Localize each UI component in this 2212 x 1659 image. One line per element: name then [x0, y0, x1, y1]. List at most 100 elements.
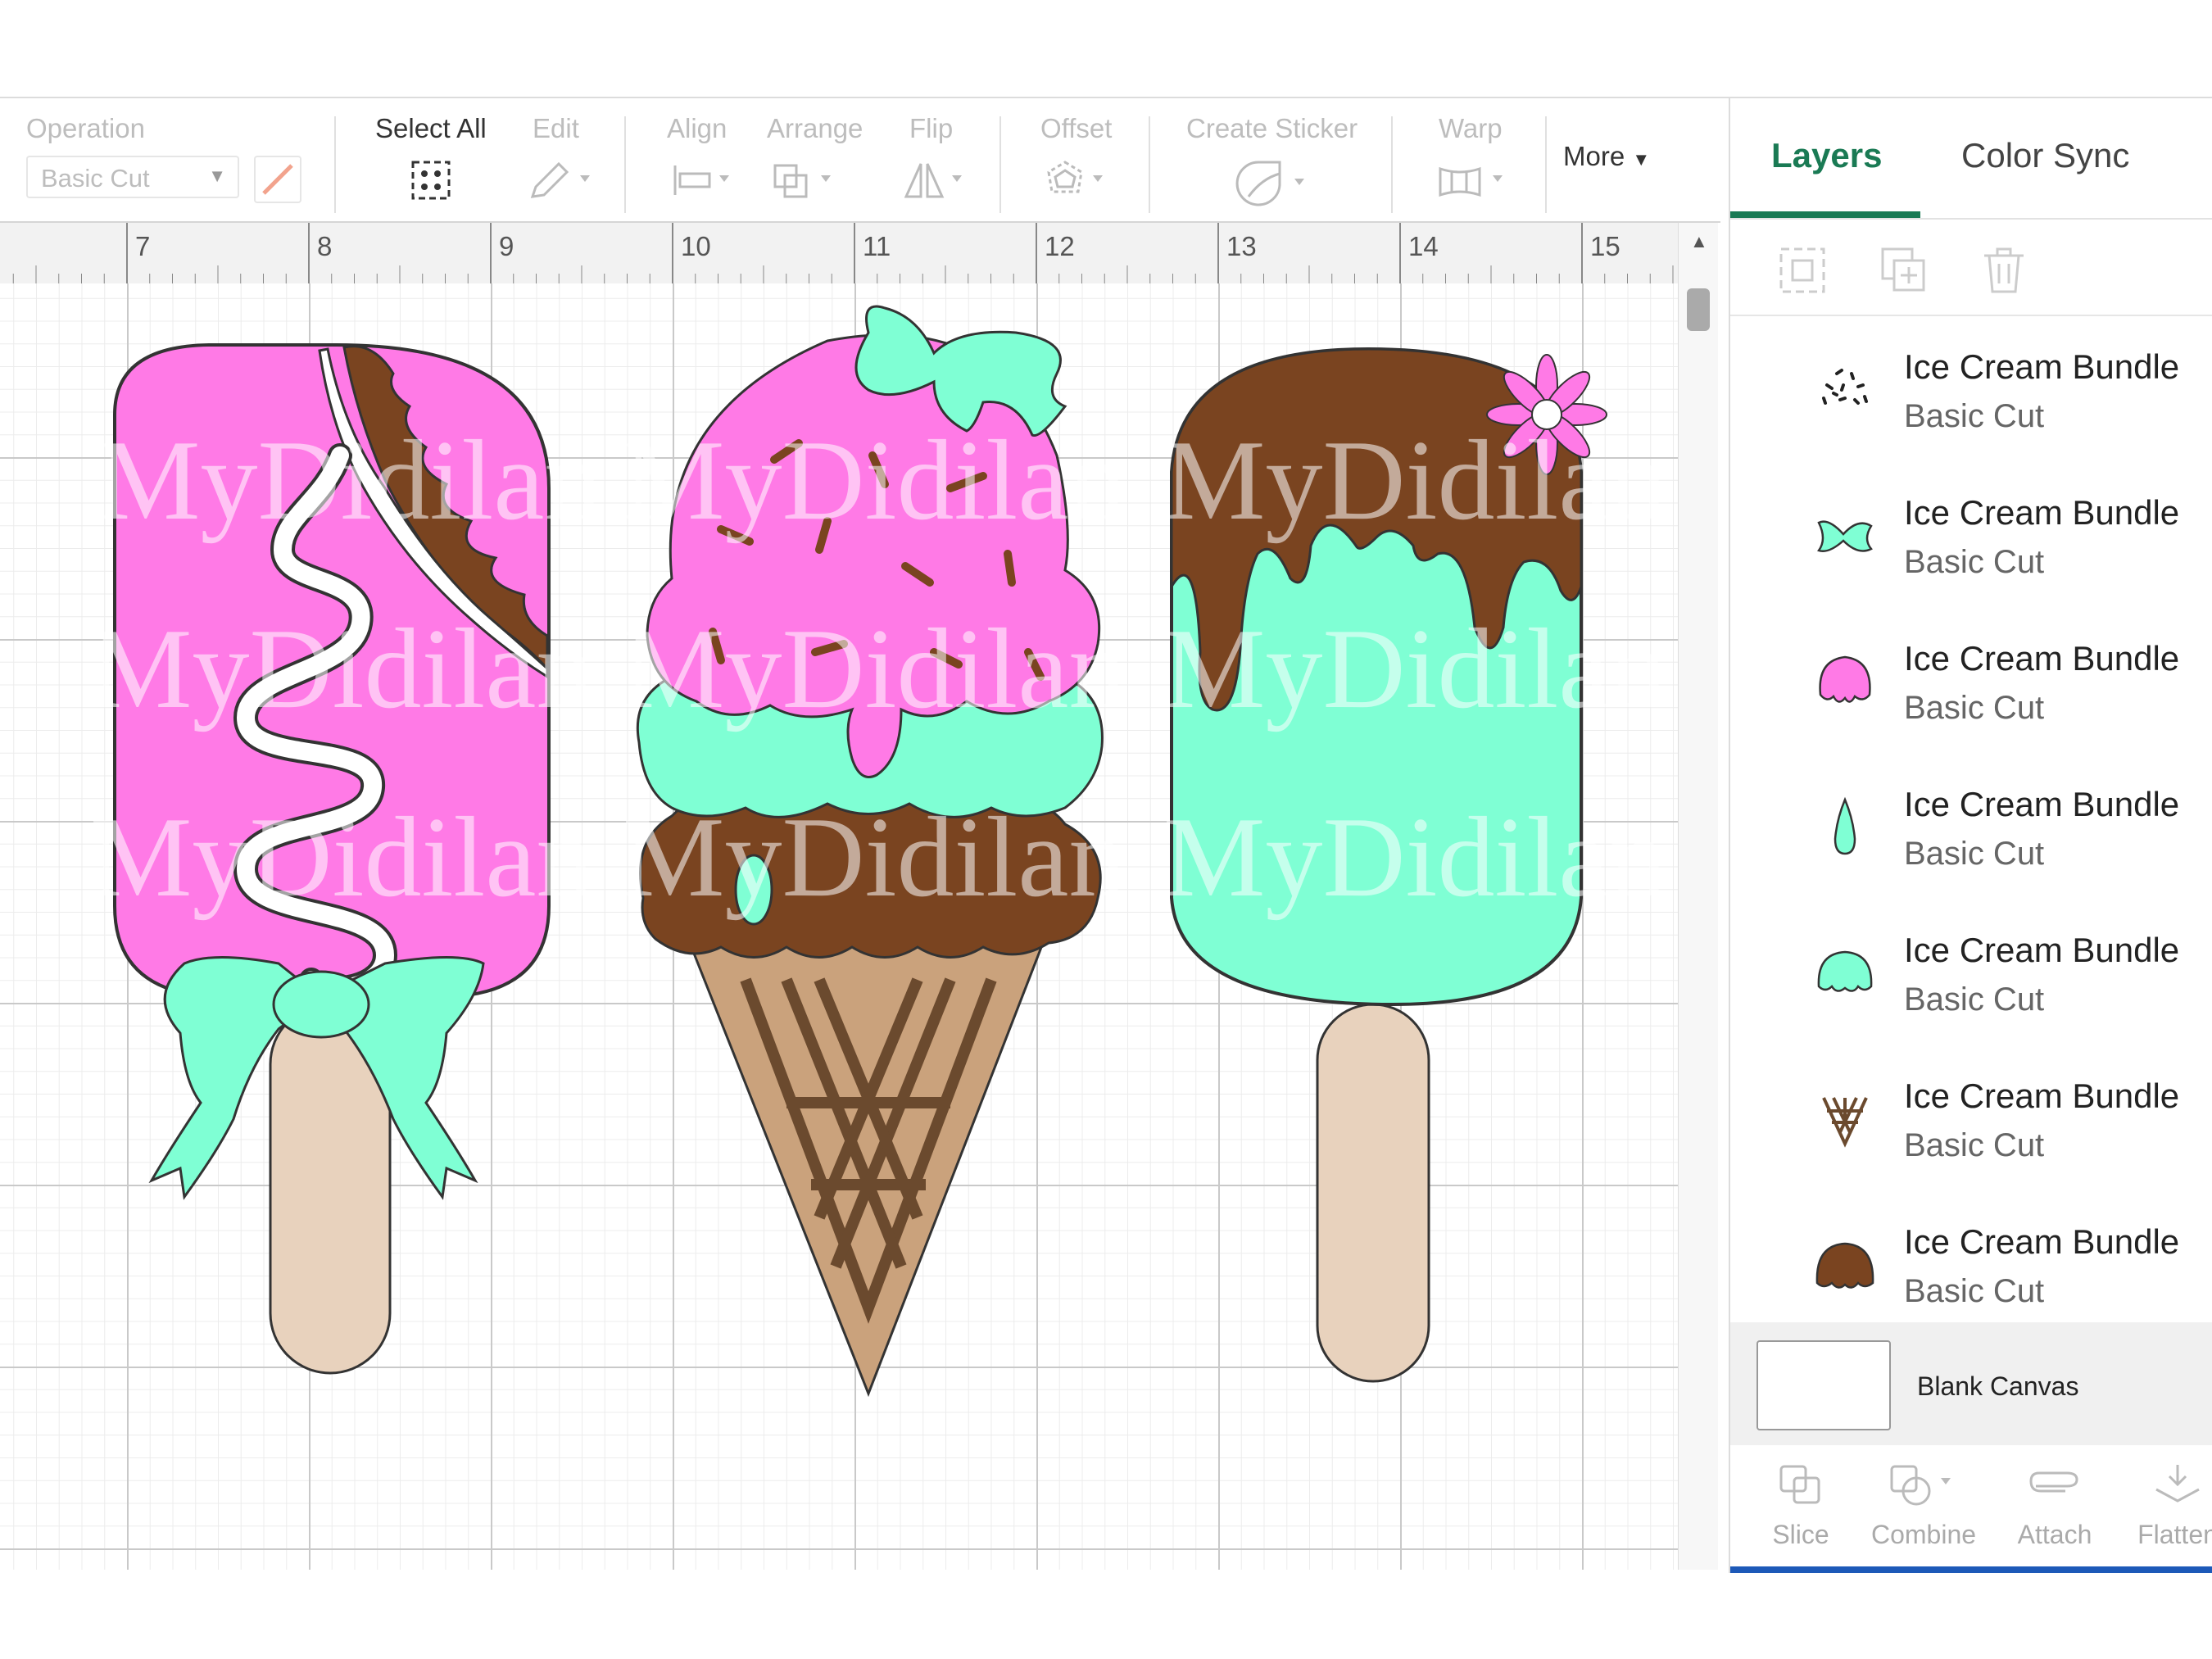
arrange-icon — [773, 164, 831, 198]
flip-icon — [904, 163, 962, 198]
layer-operation: Basic Cut — [1904, 544, 2045, 580]
offset-button[interactable] — [1044, 157, 1117, 200]
scroll-up-icon[interactable]: ▲ — [1690, 231, 1708, 252]
attach-label: Attach — [2017, 1520, 2092, 1549]
create-sticker-button[interactable] — [1234, 157, 1316, 206]
bow-knot — [272, 970, 370, 1039]
warp-button[interactable] — [1435, 157, 1517, 200]
operation-select[interactable]: Basic Cut ▼ — [26, 156, 239, 198]
scoop-icon — [1819, 655, 1871, 703]
combine-button[interactable]: Combine — [1866, 1462, 1981, 1550]
layers-list: Ice Cream Bundle Basic Cut Ice Cream Bun… — [1730, 316, 2212, 1324]
canvas-artwork — [113, 305, 1607, 1398]
pink-popsicle-design[interactable] — [113, 343, 551, 1375]
group-button[interactable] — [1776, 244, 1829, 301]
more-label: More — [1563, 141, 1625, 171]
duplicate-button[interactable] — [1878, 244, 1930, 301]
ruler-number: 15 — [1590, 231, 1620, 261]
top-header-band — [0, 0, 2212, 98]
mint-popsicle-design[interactable] — [1170, 347, 1607, 1383]
layer-name: Ice Cream Bundle — [1904, 639, 2180, 678]
toolbar-divider — [1545, 116, 1547, 213]
ruler-number: 12 — [1045, 231, 1075, 261]
sticker-icon — [1235, 161, 1304, 206]
layer-name: Ice Cream Bundle — [1904, 931, 2180, 969]
layer-operation: Basic Cut — [1904, 1273, 2045, 1309]
arrange-button[interactable] — [770, 157, 844, 200]
layers-panel: Layers Color Sync Ice Cream Bundle Basic… — [1729, 98, 2212, 1573]
warp-label: Warp — [1439, 113, 1503, 143]
flip-button[interactable] — [901, 157, 975, 200]
select-all-label: Select All — [375, 113, 487, 143]
slice-icon — [1779, 1465, 1820, 1504]
sprinkles-icon — [1822, 369, 1868, 405]
warp-icon — [1439, 166, 1503, 197]
trash-icon — [1984, 247, 2024, 293]
operation-group: Operation Basic Cut ▼ — [0, 98, 328, 221]
layer-item[interactable]: Ice Cream Bundle Basic Cut — [1730, 754, 2212, 900]
select-all-icon — [411, 161, 451, 200]
scrollbar-thumb[interactable] — [1687, 288, 1710, 331]
popsicle-stick-right — [1316, 1003, 1430, 1383]
layer-name: Ice Cream Bundle — [1904, 347, 2180, 386]
layer-item[interactable]: Ice Cream Bundle Basic Cut — [1730, 1191, 2212, 1324]
more-button[interactable]: More ▼ — [1563, 141, 1650, 172]
layer-operation: Basic Cut — [1904, 398, 2045, 434]
delete-button[interactable] — [1978, 244, 2030, 301]
layer-item[interactable]: Ice Cream Bundle Basic Cut — [1730, 462, 2212, 608]
toolbar-divider — [334, 116, 336, 213]
layer-item[interactable]: Ice Cream Bundle Basic Cut — [1730, 900, 2212, 1045]
select-edit-group: Select All Edit — [344, 98, 631, 221]
edit-label: Edit — [533, 113, 579, 143]
operation-label: Operation — [26, 113, 145, 143]
ruler-number: 9 — [499, 231, 514, 261]
select-all-button[interactable] — [408, 157, 454, 200]
layer-name: Ice Cream Bundle — [1904, 1222, 2180, 1261]
ice-cream-cone-design[interactable] — [636, 305, 1104, 1398]
blank-canvas-swatch[interactable] — [1756, 1340, 1891, 1430]
layer-actions — [1730, 218, 2212, 316]
slice-label: Slice — [1772, 1520, 1829, 1549]
layer-item[interactable]: Ice Cream Bundle Basic Cut — [1730, 316, 2212, 462]
tab-layers[interactable]: Layers — [1771, 136, 1882, 175]
flatten-button[interactable]: Flatten — [2120, 1462, 2212, 1550]
align-button[interactable] — [670, 157, 744, 200]
layer-item[interactable]: Ice Cream Bundle Basic Cut — [1730, 1045, 2212, 1191]
ruler-number: 11 — [863, 231, 891, 261]
scoop-icon — [1817, 950, 1873, 992]
pen-color-icon — [262, 164, 293, 195]
tab-color-sync[interactable]: Color Sync — [1961, 136, 2129, 175]
combine-icon — [1890, 1465, 1951, 1506]
toolbar-divider — [1391, 116, 1393, 213]
design-canvas[interactable]: MyDidilan MyDidilan MyDidilan MyDidilan … — [0, 283, 1678, 1570]
layer-operation: Basic Cut — [1904, 981, 2045, 1018]
edit-button[interactable] — [526, 157, 600, 200]
active-tab-indicator — [1730, 211, 1920, 218]
scoop-icon — [1815, 1242, 1874, 1289]
horizontal-ruler: 7 8 9 10 11 12 13 14 15 — [0, 223, 1678, 284]
chevron-down-icon: ▼ — [208, 165, 226, 186]
pen-color-swatch[interactable] — [254, 156, 301, 203]
vertical-scrollbar[interactable]: ▲ — [1678, 223, 1718, 1570]
create-sticker-label: Create Sticker — [1186, 113, 1358, 143]
ruler-number: 14 — [1408, 231, 1439, 261]
layer-item[interactable]: Ice Cream Bundle Basic Cut — [1730, 608, 2212, 754]
toolbar-divider — [1149, 116, 1150, 213]
pink-flower — [1486, 354, 1607, 475]
panel-bottom-actions: Slice Combine Attach Flatten — [1730, 1445, 2212, 1568]
panel-accent-bar — [1730, 1566, 2212, 1573]
layer-operation: Basic Cut — [1904, 690, 2045, 726]
blank-canvas-row[interactable]: Blank Canvas — [1730, 1322, 2212, 1445]
offset-icon — [1047, 161, 1103, 193]
toolbar-divider — [624, 116, 626, 213]
attach-button[interactable]: Attach — [1997, 1462, 2112, 1550]
mint-drip — [734, 854, 773, 926]
create-sticker-group: Create Sticker — [1155, 98, 1385, 221]
blank-canvas-label: Blank Canvas — [1917, 1371, 2079, 1401]
duplicate-icon — [1881, 247, 1925, 292]
drop-icon — [1834, 796, 1856, 855]
slice-button[interactable]: Slice — [1743, 1462, 1858, 1550]
group-icon — [1779, 247, 1825, 293]
ruler-number: 13 — [1226, 231, 1257, 261]
panel-tabs: Layers Color Sync — [1730, 98, 2212, 220]
